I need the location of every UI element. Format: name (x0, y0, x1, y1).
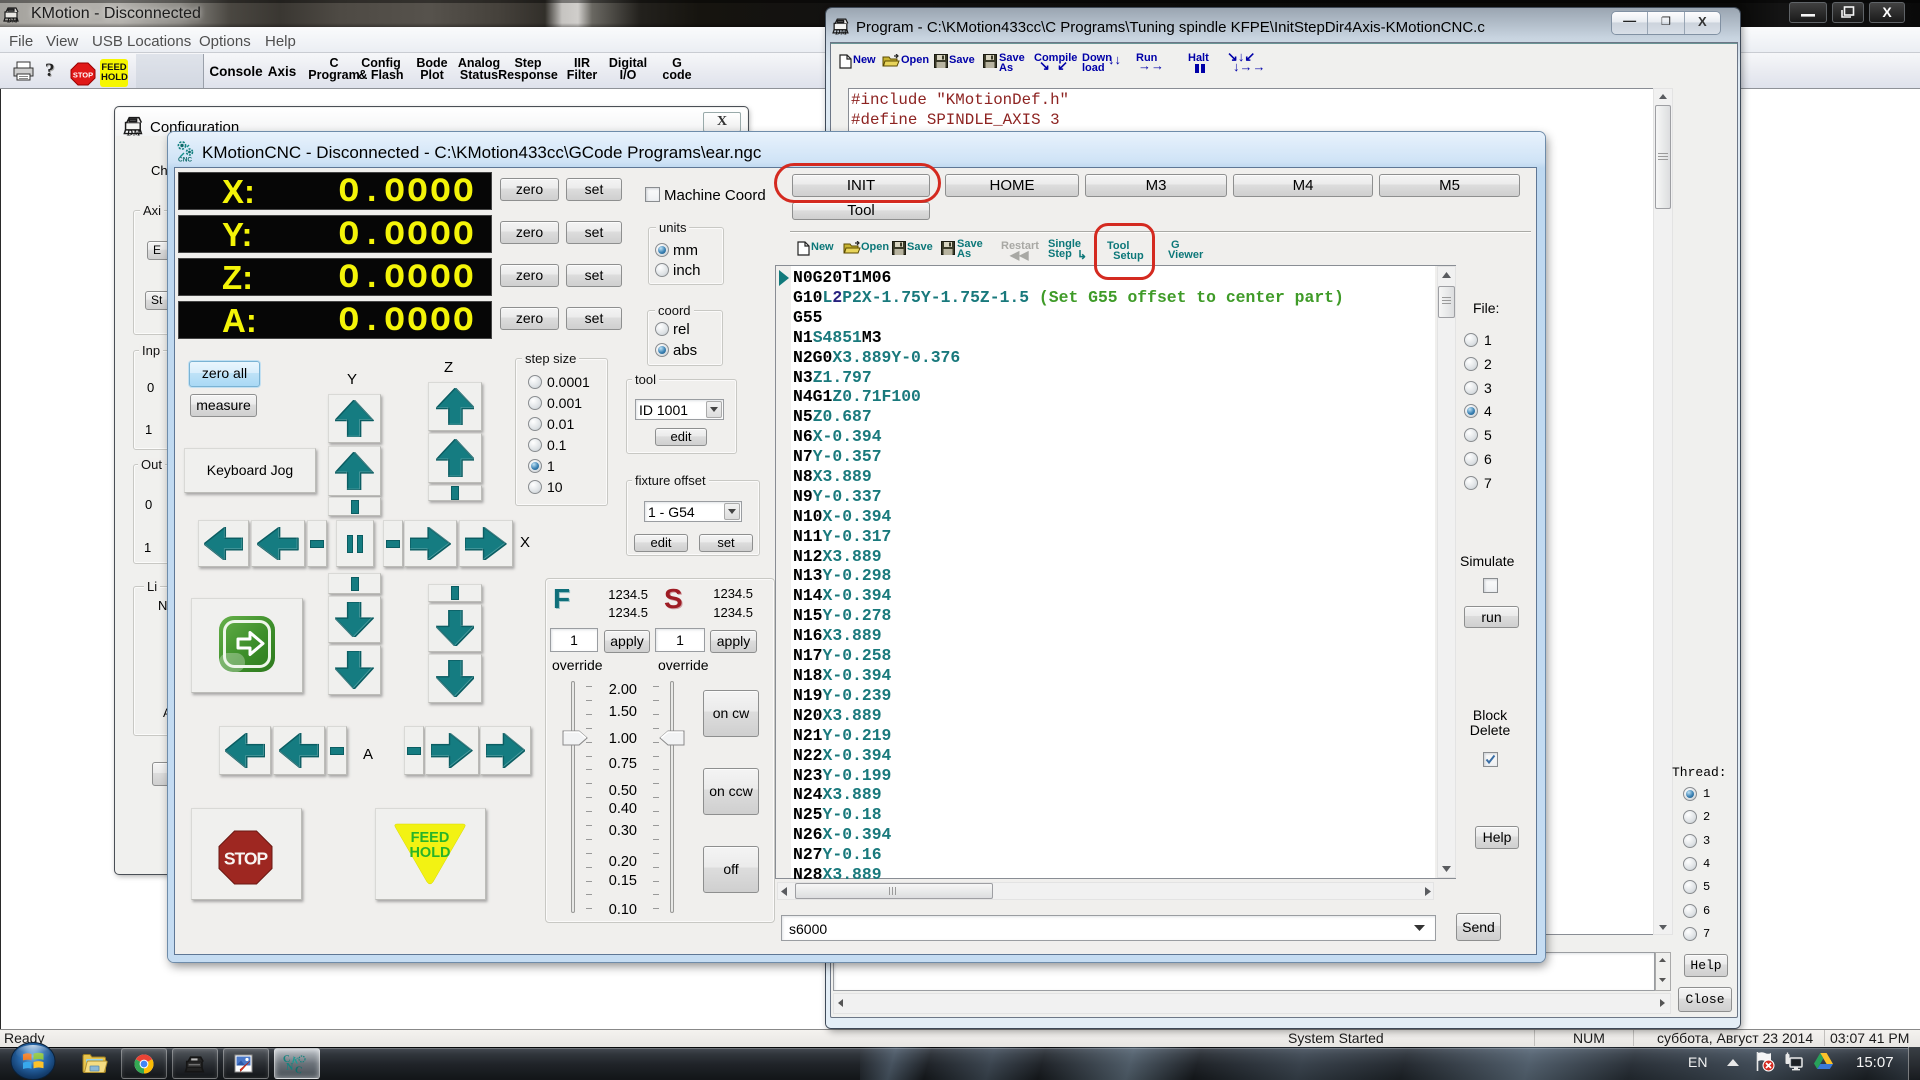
svg-text:STOP: STOP (73, 71, 93, 80)
svg-text:HOLD: HOLD (409, 845, 450, 861)
svg-text:DM: DM (834, 27, 847, 35)
svg-text:C: C (294, 1065, 303, 1076)
svg-text:DM: DM (126, 127, 141, 136)
svg-text:CNC: CNC (178, 157, 192, 163)
svg-text:STOP: STOP (224, 849, 269, 869)
svg-text:DM: DM (6, 18, 18, 24)
svg-text:N: N (286, 1062, 294, 1073)
svg-text:FEED: FEED (411, 830, 450, 846)
